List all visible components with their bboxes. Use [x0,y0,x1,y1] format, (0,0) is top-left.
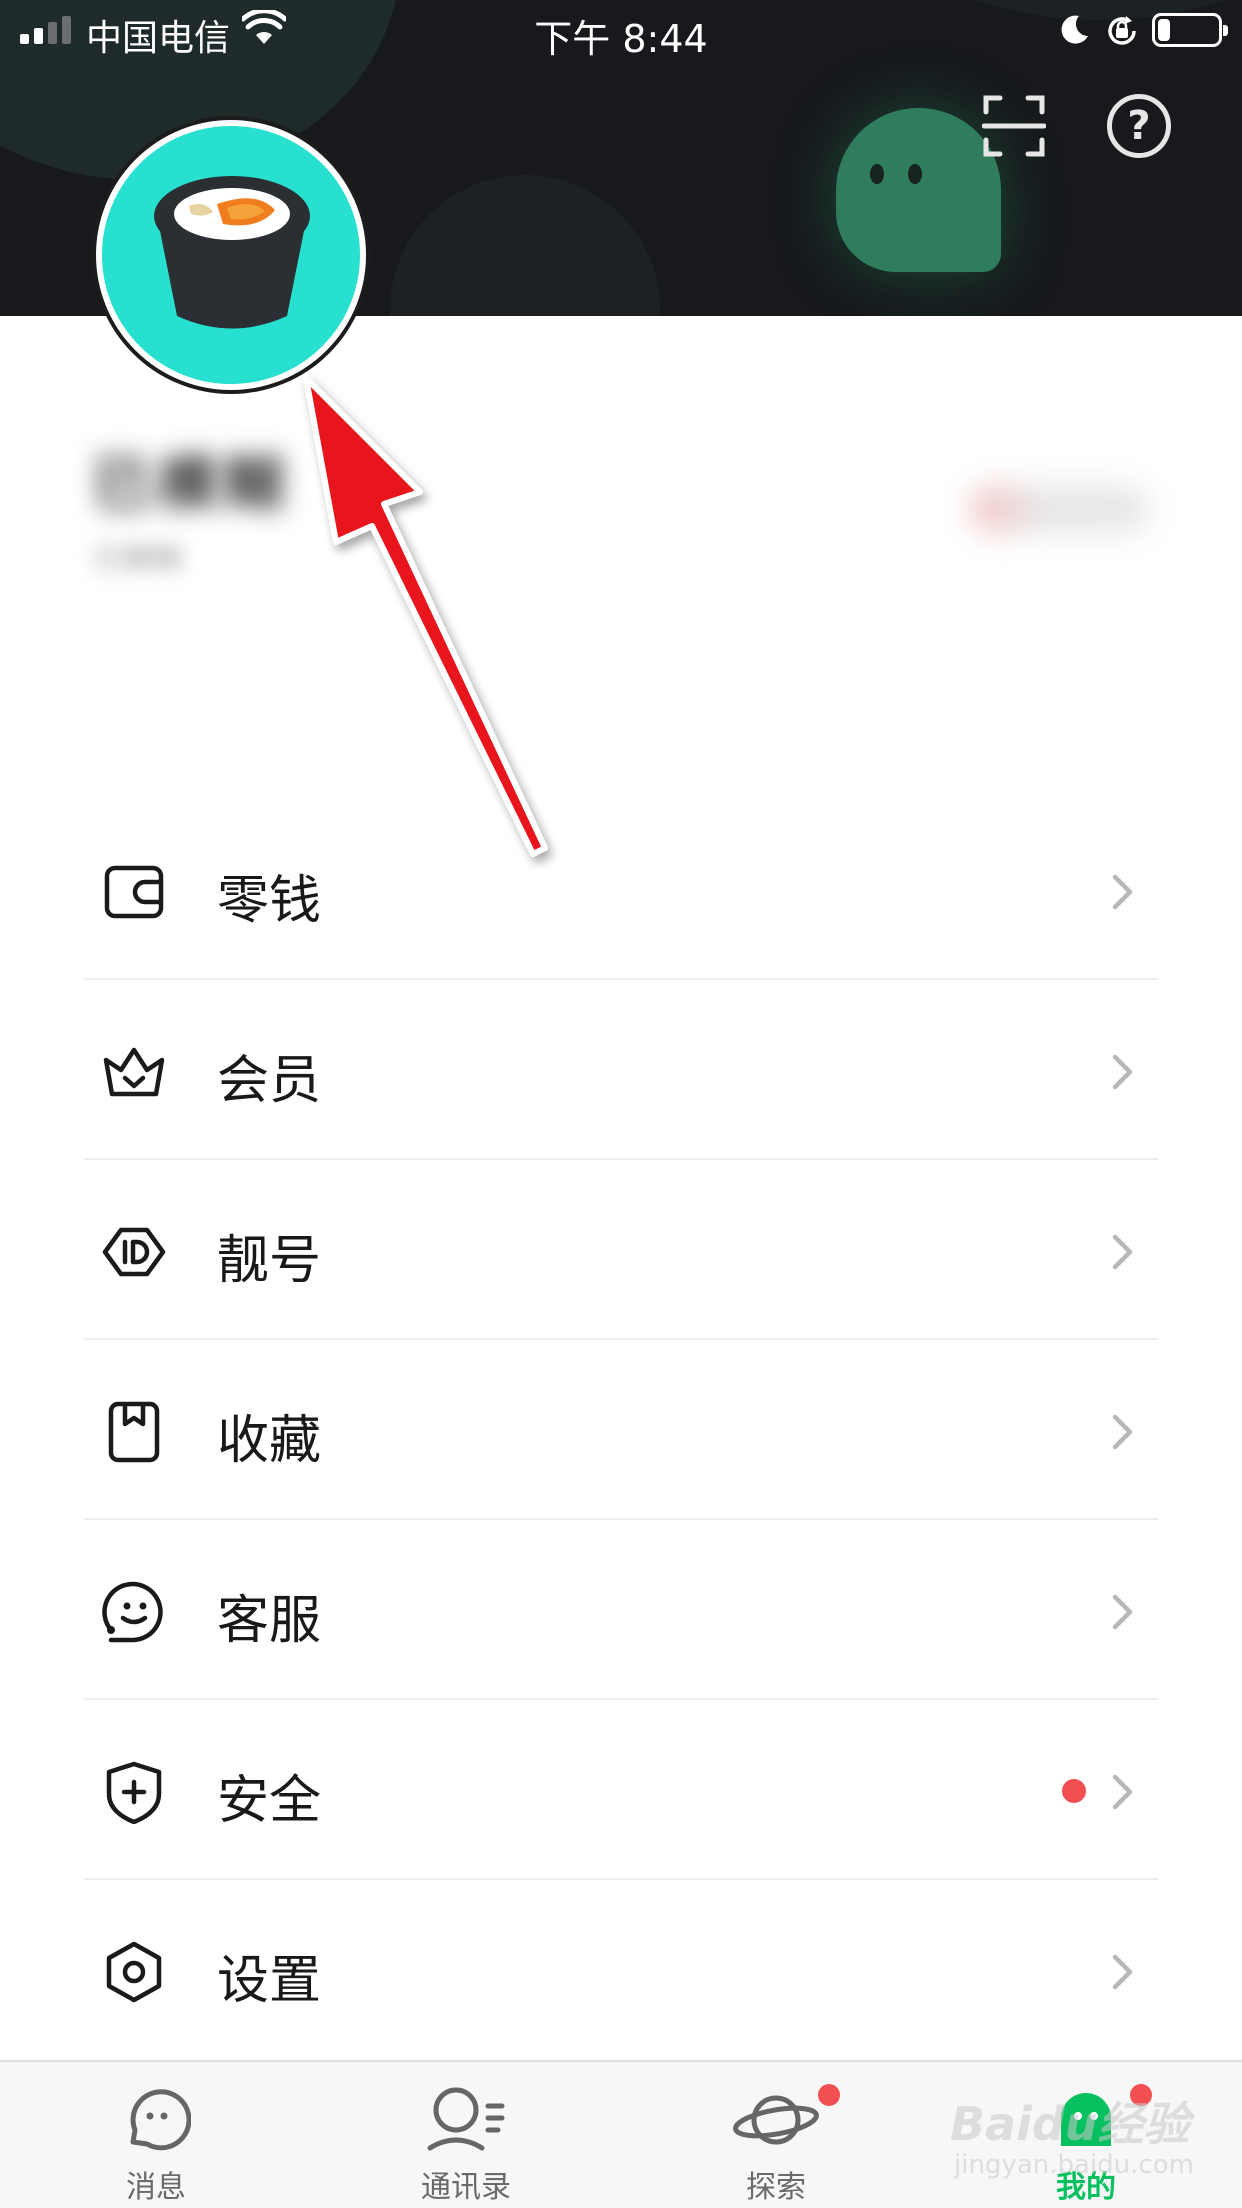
wallet-icon [104,865,164,919]
status-time: 下午 8:44 [534,17,708,61]
tab-messages[interactable]: 消息 [56,2062,256,2208]
menu-item-membership[interactable]: 会员 [0,980,1242,1160]
ghost-eye [908,164,922,184]
planet-icon [733,2095,819,2145]
id-tag-icon [102,1227,166,1277]
contacts-icon [427,2087,505,2151]
chevron-right-icon [1112,1774,1133,1810]
scan-button[interactable] [982,94,1046,158]
tab-explore[interactable]: 探索 [676,2062,876,2208]
chevron-right-icon [1112,1594,1133,1630]
menu-item-vanity-id[interactable]: 靓号 [0,1160,1242,1340]
battery-icon [1152,13,1228,47]
settings-menu: 零钱 会员 靓号 收藏 客服 安全 设置 [0,800,1242,2060]
account-id: 已模糊 [92,542,182,577]
tab-label: 探索 [746,2170,806,2205]
chevron-right-icon [1112,1414,1133,1450]
hexagon-settings-icon [106,1941,162,2003]
menu-item-label: 靓号 [217,1231,322,1291]
tab-label: 通讯录 [421,2170,511,2205]
tab-label: 消息 [126,2170,186,2205]
notification-dot [1062,1779,1086,1803]
chevron-right-icon [1112,874,1133,910]
battery-level [1158,19,1170,41]
menu-item-label: 会员 [217,1051,322,1111]
rotation-lock-icon [1108,16,1136,45]
header-decor-circle [390,175,660,316]
nickname: 已模糊 [92,450,290,520]
profile-info[interactable]: 已模糊 已模糊 [0,316,1242,756]
customer-service-icon [102,1581,163,1643]
notification-dot [818,2084,840,2106]
menu-item-favorites[interactable]: 收藏 [0,1340,1242,1520]
menu-item-label: 客服 [217,1591,322,1651]
shield-plus-icon [106,1761,162,1824]
watermark-url: jingyan.baidu.com [954,2150,1194,2180]
menu-item-label: 设置 [217,1951,322,2011]
menu-item-security[interactable]: 安全 [0,1700,1242,1880]
chat-bubble-icon [130,2089,191,2151]
watermark-text: Baidu经验 [950,2097,1190,2151]
crown-icon [103,1047,165,1097]
help-button[interactable]: ? [1107,94,1171,158]
chevron-right-icon [1112,1234,1133,1270]
chevron-right-icon [1112,1054,1133,1090]
menu-item-customer-service[interactable]: 客服 [0,1520,1242,1700]
ghost-eye [870,164,884,184]
menu-item-settings[interactable]: 设置 [0,1880,1242,2060]
chevron-right-icon [1112,1954,1133,1990]
bookmark-icon [108,1401,160,1463]
status-bar: 中国电信 下午 8:44 [0,0,1242,64]
tab-contacts[interactable]: 通讯录 [366,2062,566,2208]
menu-item-wallet[interactable]: 零钱 [0,800,1242,980]
menu-item-label: 安全 [217,1771,322,1831]
ghost-mascot-icon [836,108,1001,272]
menu-item-label: 零钱 [217,871,322,931]
baidu-watermark: Baidu经验 jingyan.baidu.com [950,2088,1194,2198]
menu-item-label: 收藏 [217,1411,322,1471]
app-screen: 中国电信 下午 8:44 ? 已模糊 已模糊 零钱 会员 靓号 收藏 客服 安全… [0,0,1242,2208]
status-indicator-blurred[interactable] [970,484,1150,534]
do-not-disturb-moon-icon [1061,15,1088,44]
